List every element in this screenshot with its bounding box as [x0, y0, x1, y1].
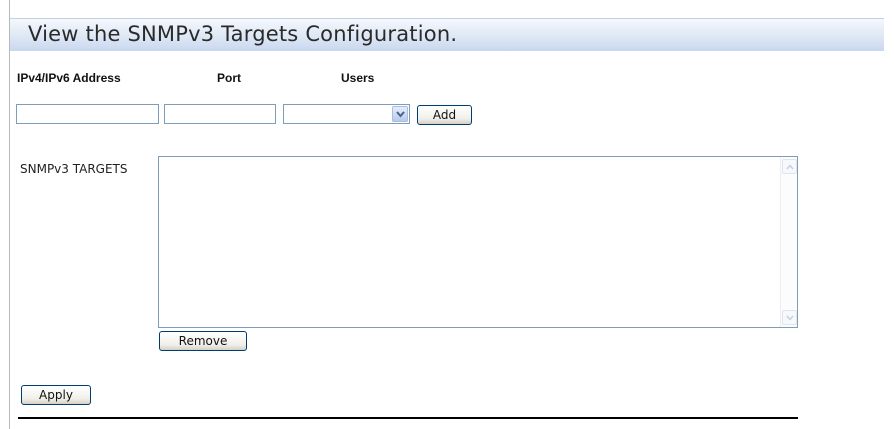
address-column-label: IPv4/IPv6 Address: [17, 71, 121, 85]
port-column-label: Port: [217, 71, 241, 85]
apply-button[interactable]: Apply: [21, 385, 91, 405]
page-title: View the SNMPv3 Targets Configuration.: [28, 22, 458, 46]
bottom-divider: [18, 417, 798, 419]
users-column-label: Users: [341, 71, 375, 85]
chevron-down-icon[interactable]: [392, 106, 408, 122]
remove-button[interactable]: Remove: [159, 331, 247, 351]
scroll-up-icon[interactable]: [782, 159, 797, 174]
targets-label: SNMPv3 TARGETS: [20, 162, 128, 176]
port-input[interactable]: [164, 104, 276, 124]
users-select[interactable]: [283, 104, 410, 124]
address-input[interactable]: [16, 104, 159, 124]
scroll-down-icon[interactable]: [782, 310, 797, 325]
add-button[interactable]: Add: [417, 105, 472, 125]
page-header: View the SNMPv3 Targets Configuration.: [10, 18, 884, 51]
frame-left-border: [9, 0, 10, 429]
targets-scrollbar[interactable]: [780, 157, 797, 327]
targets-listbox[interactable]: [158, 156, 798, 328]
